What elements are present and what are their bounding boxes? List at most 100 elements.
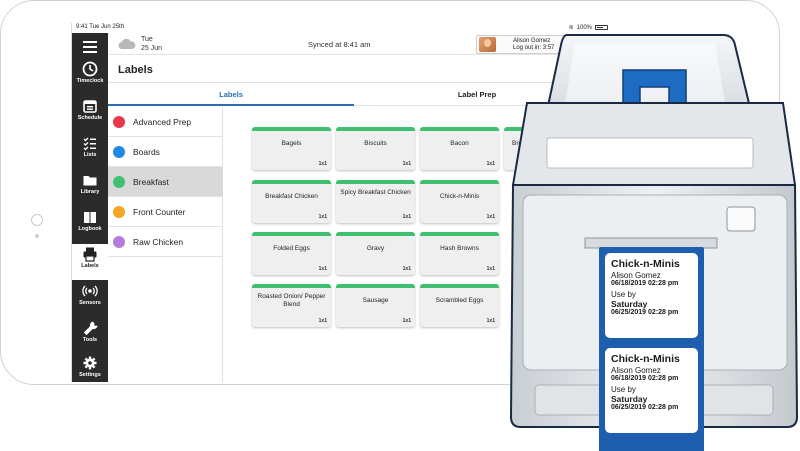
sync-status: Synced at 8:41 am: [308, 40, 371, 49]
tab-labels[interactable]: Labels: [108, 84, 354, 106]
avatar: [479, 37, 496, 52]
label-tile[interactable]: Biscuits 1x1: [336, 127, 415, 170]
label-size: 1x1: [486, 318, 495, 324]
printed-label-employee: Alison Gomez: [611, 271, 661, 280]
label-tile[interactable]: Breakfast Chicken 1x1: [252, 180, 331, 223]
label-size: 1x1: [318, 266, 327, 272]
category-item[interactable]: Advanced Prep: [108, 107, 223, 137]
nav-labels[interactable]: Labels: [72, 244, 108, 280]
category-item[interactable]: Front Counter: [108, 197, 223, 227]
category-name: Raw Chicken: [133, 237, 184, 247]
category-name: Front Counter: [133, 207, 186, 217]
menu-icon[interactable]: [83, 41, 97, 56]
label-name: Roasted Onion/ Pepper Blend: [257, 293, 326, 308]
nav-label: Library: [80, 189, 100, 195]
label-name: Hash Browns: [440, 245, 479, 252]
nav-label: Settings: [79, 372, 101, 378]
label-tile[interactable]: Spicy Breakfast Chicken 1x1: [336, 180, 415, 223]
calendar-icon: [83, 100, 97, 113]
category-color-dot: [113, 146, 125, 158]
printed-label: Chick-n-Minis Alison Gomez 06/18/2019 02…: [605, 253, 698, 338]
category-item[interactable]: Breakfast: [108, 167, 223, 197]
category-color-dot: [113, 236, 125, 248]
folder-icon: [83, 176, 97, 186]
home-button[interactable]: [31, 214, 43, 226]
category-list: Advanced Prep Boards Breakfast Front Cou…: [108, 107, 223, 382]
label-tile[interactable]: Bacon 1x1: [420, 127, 499, 170]
printed-label-strip: Chick-n-Minis Alison Gomez 06/18/2019 02…: [599, 247, 704, 451]
nav-label: Labels: [81, 263, 99, 269]
nav-label: Schedule: [77, 115, 103, 121]
nav-logbook[interactable]: Logbook: [72, 207, 108, 243]
label-name: Bagels: [281, 140, 302, 147]
nav-library[interactable]: Library: [72, 170, 108, 206]
wrench-icon: [83, 321, 98, 336]
label-size: 1x1: [402, 161, 411, 167]
book-icon: [84, 212, 96, 223]
label-tile[interactable]: Hash Browns 1x1: [420, 232, 499, 275]
label-name: Folded Eggs: [273, 245, 310, 252]
signal-icon: [82, 285, 98, 297]
label-size: 1x1: [486, 266, 495, 272]
nav-sensors[interactable]: Sensors: [72, 281, 108, 317]
printed-label-day: Saturday: [611, 299, 648, 309]
category-color-dot: [113, 176, 125, 188]
nav-label: Timeclock: [76, 78, 104, 84]
page-title: Labels: [118, 64, 153, 76]
printed-label-date: 06/18/2019 02:28 pm: [611, 375, 679, 382]
label-name: Gravy: [366, 245, 385, 252]
nav-settings[interactable]: Settings: [72, 353, 108, 382]
label-name: Scrambled Eggs: [435, 297, 484, 304]
nav-label: Lists: [83, 152, 97, 158]
printed-label-employee: Alison Gomez: [611, 366, 661, 375]
clock-icon: [82, 61, 98, 77]
category-color-dot: [113, 206, 125, 218]
nav-lists[interactable]: Lists: [72, 133, 108, 169]
label-tile[interactable]: Scrambled Eggs 1x1: [420, 284, 499, 327]
printed-label-date: 06/18/2019 02:28 pm: [611, 280, 679, 287]
label-tile[interactable]: Gravy 1x1: [336, 232, 415, 275]
printer-icon: [83, 247, 97, 262]
label-name: Chick-n-Minis: [439, 193, 480, 200]
label-printer: Chick-n-Minis Alison Gomez 06/18/2019 02…: [505, 25, 800, 451]
label-size: 1x1: [402, 266, 411, 272]
label-tile[interactable]: Chick-n-Minis 1x1: [420, 180, 499, 223]
nav-schedule[interactable]: Schedule: [72, 96, 108, 132]
cloud-icon: [118, 39, 136, 49]
nav-label: Logbook: [78, 226, 102, 232]
label-tile[interactable]: Sausage 1x1: [336, 284, 415, 327]
label-size: 1x1: [402, 318, 411, 324]
category-name: Boards: [133, 147, 160, 157]
label-name: Bacon: [450, 140, 469, 147]
label-name: Spicy Breakfast Chicken: [340, 189, 411, 196]
printed-label: Chick-n-Minis Alison Gomez 06/18/2019 02…: [605, 348, 698, 433]
label-size: 1x1: [318, 161, 327, 167]
nav-timeclock[interactable]: Timeclock: [72, 59, 108, 95]
printed-label-title: Chick-n-Minis: [611, 258, 680, 270]
left-nav: Timeclock Schedule Lists Library Logbook: [72, 33, 108, 382]
label-tile[interactable]: Roasted Onion/ Pepper Blend 1x1: [252, 284, 331, 327]
label-name: Sausage: [362, 297, 389, 304]
label-size: 1x1: [318, 214, 327, 220]
label-size: 1x1: [486, 161, 495, 167]
printed-label-expiry: 06/25/2019 02:28 pm: [611, 309, 679, 316]
printed-label-title: Chick-n-Minis: [611, 353, 680, 365]
nav-label: Sensors: [79, 300, 101, 306]
label-size: 1x1: [402, 214, 411, 220]
label-tile[interactable]: Folded Eggs 1x1: [252, 232, 331, 275]
label-size: 1x1: [486, 214, 495, 220]
label-tile[interactable]: Bagels 1x1: [252, 127, 331, 170]
category-name: Breakfast: [133, 177, 169, 187]
category-name: Advanced Prep: [133, 117, 192, 127]
gear-icon: [83, 356, 97, 370]
category-item[interactable]: Raw Chicken: [108, 227, 223, 257]
label-name: Breakfast Chicken: [265, 193, 318, 200]
printed-label-use-by: Use by: [611, 290, 636, 299]
printed-label-use-by: Use by: [611, 385, 636, 394]
category-item[interactable]: Boards: [108, 137, 223, 167]
label-name: Biscuits: [364, 140, 387, 147]
nav-tools[interactable]: Tools: [72, 318, 108, 354]
nav-label: Tools: [82, 337, 98, 343]
camera-dot: [35, 234, 39, 238]
status-time: 9:41 Tue Jun 25th: [76, 24, 125, 30]
